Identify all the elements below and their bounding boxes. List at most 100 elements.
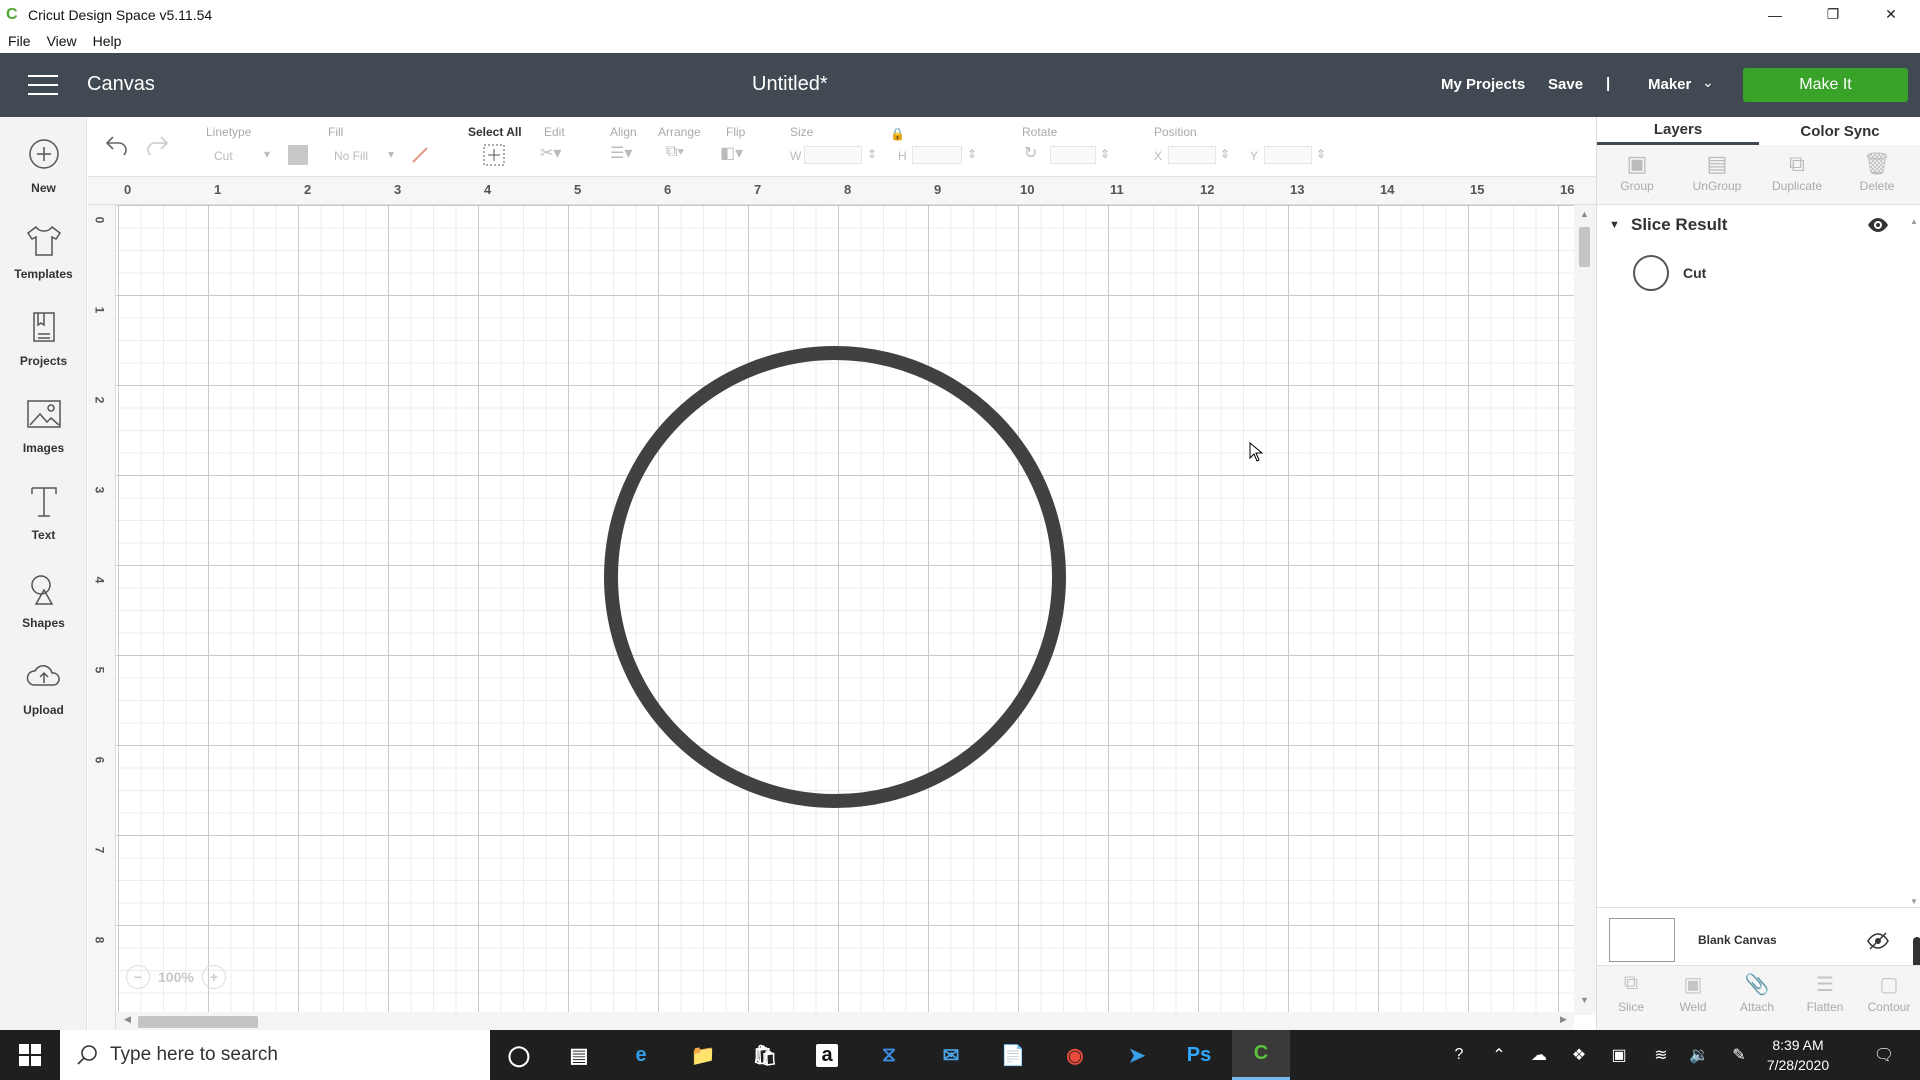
align-icon[interactable]: ☰▾ <box>610 143 632 163</box>
linetype-select[interactable]: Cut <box>214 149 233 163</box>
eye-icon[interactable] <box>1867 217 1889 233</box>
bird-app-icon[interactable]: ➤ <box>1108 1030 1166 1080</box>
sidebar-item-text[interactable]: Text <box>0 484 87 542</box>
group-button[interactable]: ▣ Group <box>1597 151 1677 193</box>
width-input[interactable] <box>804 146 862 164</box>
rotate-stepper-icon[interactable]: ⇕ <box>1100 147 1110 161</box>
chevron-down-icon[interactable]: ⌄ <box>1702 74 1714 91</box>
scissors-icon[interactable]: ✂▾ <box>540 143 561 163</box>
edge-icon[interactable]: e <box>612 1030 670 1080</box>
store-icon[interactable]: 🛍 <box>736 1030 794 1080</box>
y-position-input[interactable] <box>1264 146 1312 164</box>
zoom-out-button[interactable]: − <box>126 965 150 989</box>
sidebar-item-templates[interactable]: Templates <box>0 223 87 281</box>
eye-hidden-icon[interactable] <box>1867 932 1889 950</box>
canvas-horizontal-scrollbar[interactable]: ◀ ▶ <box>116 1012 1574 1030</box>
sidebar-item-new[interactable]: New <box>0 137 87 195</box>
windows-start-icon[interactable] <box>0 1030 60 1080</box>
volume-icon[interactable]: 🔉 <box>1684 1030 1714 1080</box>
slice-button[interactable]: ⧉ Slice <box>1599 972 1663 1014</box>
cricut-icon[interactable]: C <box>1232 1030 1290 1080</box>
linetype-chevron-icon[interactable]: ▾ <box>264 147 270 161</box>
scroll-down-icon[interactable]: ▼ <box>1910 897 1918 906</box>
sidebar-item-images[interactable]: Images <box>0 397 87 455</box>
menu-help[interactable]: Help <box>93 33 122 49</box>
rotate-input[interactable] <box>1050 146 1096 164</box>
duplicate-button[interactable]: ⧉ Duplicate <box>1757 151 1837 193</box>
layer-item[interactable]: Cut <box>1633 255 1893 295</box>
sidebar-item-projects[interactable]: Projects <box>0 310 87 368</box>
lock-icon[interactable]: 🔒 <box>890 127 905 141</box>
menu-view[interactable]: View <box>47 33 77 49</box>
undo-icon[interactable] <box>104 133 130 155</box>
circle-ring-shape[interactable] <box>604 346 1066 808</box>
x-position-input[interactable] <box>1168 146 1216 164</box>
sidebar-item-upload[interactable]: Upload <box>0 659 87 717</box>
linetype-color-swatch[interactable] <box>288 145 308 165</box>
notepad-icon[interactable]: 📄 <box>984 1030 1042 1080</box>
select-all-icon[interactable] <box>482 143 506 167</box>
attach-button[interactable]: 📎 Attach <box>1725 972 1789 1014</box>
bolt-app-icon[interactable]: ⧖ <box>860 1030 918 1080</box>
close-icon[interactable]: ✕ <box>1862 0 1920 29</box>
weld-button[interactable]: ▣ Weld <box>1661 972 1725 1014</box>
sidebar-item-shapes[interactable]: Shapes <box>0 572 87 630</box>
flip-icon[interactable]: ◧▾ <box>720 143 743 163</box>
onedrive-icon[interactable]: ☁ <box>1524 1030 1554 1080</box>
clock[interactable]: 8:39 AM 7/28/2020 <box>1753 1035 1843 1075</box>
task-view-icon[interactable]: ▤ <box>550 1030 608 1080</box>
scroll-thumb[interactable] <box>1579 227 1590 267</box>
save-button[interactable]: Save <box>1548 76 1583 93</box>
file-explorer-icon[interactable]: 📁 <box>674 1030 732 1080</box>
ungroup-button[interactable]: ▤ UnGroup <box>1677 151 1757 193</box>
taskbar-search[interactable]: Type here to search <box>60 1030 490 1080</box>
y-stepper-icon[interactable]: ⇕ <box>1316 147 1326 161</box>
chrome-icon[interactable]: ◉ <box>1046 1030 1104 1080</box>
restore-icon[interactable]: ❐ <box>1804 0 1862 29</box>
flatten-button[interactable]: ☰ Flatten <box>1793 972 1857 1014</box>
delete-button[interactable]: 🗑 Delete <box>1837 151 1917 193</box>
blank-canvas-row[interactable]: Blank Canvas <box>1597 907 1920 965</box>
scroll-left-icon[interactable]: ◀ <box>124 1014 131 1025</box>
design-canvas[interactable] <box>116 205 1574 1015</box>
height-stepper-icon[interactable]: ⇕ <box>967 147 977 161</box>
my-projects-link[interactable]: My Projects <box>1441 76 1525 93</box>
contour-button[interactable]: ▢ Contour <box>1857 972 1920 1014</box>
scroll-up-icon[interactable]: ▲ <box>1580 209 1589 219</box>
dropbox-icon[interactable]: ❖ <box>1564 1030 1594 1080</box>
canvas-color-swatch[interactable] <box>1609 918 1675 962</box>
tab-layers[interactable]: Layers <box>1597 117 1759 145</box>
mail-icon[interactable]: ✉ <box>922 1030 980 1080</box>
x-stepper-icon[interactable]: ⇕ <box>1220 147 1230 161</box>
machine-select[interactable]: Maker <box>1648 76 1691 93</box>
help-icon[interactable]: ? <box>1444 1030 1474 1080</box>
redo-icon[interactable] <box>144 133 170 155</box>
photoshop-icon[interactable]: Ps <box>1170 1030 1228 1080</box>
make-it-button[interactable]: Make It <box>1743 68 1908 102</box>
fill-select[interactable]: No Fill <box>334 149 368 163</box>
display-icon[interactable]: ▣ <box>1604 1030 1634 1080</box>
notifications-icon[interactable]: 🗨 <box>1864 1030 1904 1080</box>
chevron-up-icon[interactable]: ⌃ <box>1484 1030 1514 1080</box>
fill-chevron-icon[interactable]: ▾ <box>388 147 394 161</box>
wifi-icon[interactable]: ≋ <box>1646 1030 1676 1080</box>
menu-file[interactable]: File <box>8 33 31 49</box>
scroll-up-icon[interactable]: ▲ <box>1910 217 1918 226</box>
scroll-down-icon[interactable]: ▼ <box>1580 995 1589 1005</box>
height-input[interactable] <box>912 146 962 164</box>
rotate-icon[interactable]: ↻ <box>1024 143 1037 163</box>
hamburger-menu-icon[interactable] <box>28 75 58 95</box>
amazon-icon[interactable]: a <box>798 1030 856 1080</box>
scroll-thumb[interactable] <box>138 1016 258 1028</box>
cortana-icon[interactable]: ◯ <box>490 1030 548 1080</box>
zoom-in-button[interactable]: + <box>201 965 226 989</box>
pen-icon[interactable] <box>410 145 430 165</box>
panel-scrollbar[interactable]: ▲ ▼ <box>1908 217 1920 907</box>
canvas-vertical-scrollbar[interactable]: ▲ ▼ <box>1574 205 1596 1015</box>
tab-color-sync[interactable]: Color Sync <box>1759 117 1920 145</box>
scroll-right-icon[interactable]: ▶ <box>1560 1014 1567 1025</box>
width-stepper-icon[interactable]: ⇕ <box>867 147 877 161</box>
arrange-icon[interactable]: ⧉▾ <box>666 143 684 161</box>
expand-arrow-icon[interactable]: ▼ <box>1609 219 1620 231</box>
pen-tray-icon[interactable]: ✎ <box>1724 1030 1754 1080</box>
